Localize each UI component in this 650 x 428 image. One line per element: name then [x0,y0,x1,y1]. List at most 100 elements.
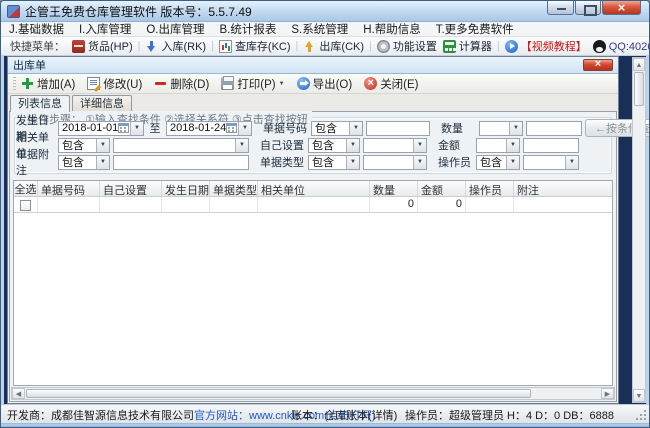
qty-relation-combo[interactable]: ▼ [479,120,523,136]
row-amount-cell: 0 [418,197,466,212]
menu-item-reports[interactable]: B.统计报表 [219,21,276,37]
chevron-down-icon[interactable]: ▼ [96,155,109,169]
export-button[interactable]: 导出(O) [296,76,352,92]
custom-combo[interactable]: ▼ [363,137,427,153]
horizontal-scrollbar[interactable]: ◀ ▶ [11,387,615,400]
menu-item-basic-data[interactable]: J.基础数据 [9,21,64,37]
column-header-select-all[interactable]: 全选 [14,181,38,196]
row-bill-no-cell [38,197,100,212]
operator-relation-combo[interactable]: 包含 ▼ [476,154,520,170]
scroll-up-button[interactable]: ▲ [633,58,645,71]
quick-item-stock-query[interactable]: 查库存(KC) [218,38,291,54]
quick-item-qq[interactable]: QQ:402603(点击交谈) [592,38,649,54]
date-from-field[interactable]: 2018-01-01 ▼ [58,120,144,136]
operator-label: 操作员 [438,157,471,169]
close-button[interactable] [602,1,641,15]
amount-input[interactable] [523,137,579,153]
chevron-down-icon[interactable]: ▼ [96,138,109,152]
amount-label: 金额 [438,140,460,152]
bill-no-input[interactable] [366,120,430,136]
document-title-bar: 出库单 [8,57,618,74]
bill-type-relation-combo[interactable]: 包含 ▼ [308,154,360,170]
calendar-icon [118,123,129,133]
tab-detail-info[interactable]: 详细信息 [72,95,132,111]
column-header-date[interactable]: 发生日期 [162,181,210,196]
resize-grip[interactable] [636,410,646,420]
chevron-down-icon[interactable]: ▼ [413,155,426,169]
chevron-down-icon[interactable]: ▼ [565,155,578,169]
quick-item-stock-in[interactable]: 入库(RK) [145,38,206,54]
chevron-down-icon[interactable]: ▼ [346,155,359,169]
bill-type-combo[interactable]: ▼ [363,154,427,170]
amount-relation-combo[interactable]: ▼ [476,137,520,153]
chevron-down-icon[interactable]: ▼ [506,138,519,152]
add-button[interactable]: 增加(A) [21,76,75,92]
delete-button[interactable]: 删除(D) [154,76,209,92]
chevron-down-icon[interactable]: ▼ [506,155,519,169]
bill-type-label: 单据类型 [260,157,304,169]
quick-item-goods[interactable]: 货品(HP) [72,38,133,54]
chevron-down-icon[interactable]: ▼ [238,121,251,135]
menu-item-inbound[interactable]: I.入库管理 [79,21,131,37]
column-header-custom[interactable]: 自己设置 [100,181,162,196]
edit-button[interactable]: 修改(U) [87,76,142,92]
scroll-right-button[interactable]: ▶ [601,388,614,399]
scrollbar-track[interactable] [532,388,601,399]
gear-icon [376,39,390,53]
quick-item-video-tutorial[interactable]: 【视频教程】 [504,38,587,54]
menu-item-system[interactable]: S.系统管理 [291,21,348,37]
operator-combo[interactable]: ▼ [523,154,579,170]
outbound-order-window: 出库单 增加(A) 修改(U) 删除(D) 打印(P)▼ 导出(O) 关闭(E)… [7,56,649,404]
note-input[interactable] [113,154,249,170]
scroll-left-button[interactable]: ◀ [12,388,25,399]
quick-item-calculator[interactable]: 计算器 [442,38,492,54]
custom-relation-combo[interactable]: 包含 ▼ [308,137,360,153]
column-header-note[interactable]: 附注 [514,181,612,196]
menu-item-outbound[interactable]: O.出库管理 [146,21,204,37]
scrollbar-track[interactable] [633,107,645,389]
maximize-button[interactable] [575,1,601,16]
note-relation-combo[interactable]: 包含 ▼ [58,154,110,170]
unit-relation-combo[interactable]: 包含 ▼ [58,137,110,153]
scrollbar-thumb[interactable] [26,389,531,398]
account-info[interactable]: 账本：仓库账本(详情) [291,407,397,423]
chevron-down-icon[interactable]: ▼ [235,138,248,152]
column-header-unit[interactable]: 相关单位 [258,181,370,196]
scrollbar-thumb[interactable] [634,72,644,106]
chevron-down-icon[interactable]: ▼ [349,121,362,135]
search-row-3: 单据附注 包含 ▼ 单据类型 包含 ▼ ▼ 操作员 包含 ▼ ▼ [14,149,612,177]
menu-item-more-free[interactable]: T.更多免费软件 [436,21,514,37]
custom-label: 自己设置 [260,140,304,152]
chevron-down-icon[interactable]: ▼ [413,138,426,152]
column-header-bill-no[interactable]: 单据号码 [38,181,100,196]
scroll-down-button[interactable]: ▼ [633,389,645,402]
menu-item-help[interactable]: H.帮助信息 [363,21,421,37]
document-close-button[interactable] [583,58,613,71]
developer-text: 开发商：成都佳智源信息技术有限公司 [7,410,194,422]
separator: | [137,40,141,52]
vertical-scrollbar[interactable]: ▲ ▼ [632,57,646,403]
row-checkbox[interactable] [20,199,31,211]
column-header-qty[interactable]: 数量 [370,181,418,196]
separator: | [496,40,500,52]
chevron-down-icon[interactable]: ▼ [509,121,522,135]
quick-item-stock-out[interactable]: 出库(CK) [303,38,364,54]
print-button[interactable]: 打印(P) ▼ [221,76,285,92]
date-to-field[interactable]: 2018-01-24 ▼ [166,120,252,136]
qty-input[interactable] [526,120,582,136]
arrow-up-icon [303,40,316,53]
unit-combo[interactable]: ▼ [113,137,249,153]
quick-item-settings[interactable]: 功能设置 [376,38,437,54]
chevron-down-icon[interactable]: ▼ [346,138,359,152]
orders-grid: 全选 单据号码 自己设置 发生日期 单据类型 相关单位 数量 金额 操作员 附注 [13,180,613,386]
table-row: 0 0 [14,197,612,213]
tab-list-info[interactable]: 列表信息 [10,95,70,112]
bill-no-relation-combo[interactable]: 包含 ▼ [311,120,363,136]
chevron-down-icon[interactable]: ▼ [130,121,143,135]
close-doc-button[interactable]: 关闭(E) [364,76,419,92]
column-header-amount[interactable]: 金额 [418,181,466,196]
column-header-bill-type[interactable]: 单据类型 [210,181,258,196]
bill-no-label: 单据号码 [263,123,307,135]
column-header-operator[interactable]: 操作员 [466,181,514,196]
minimize-button[interactable] [547,1,574,15]
